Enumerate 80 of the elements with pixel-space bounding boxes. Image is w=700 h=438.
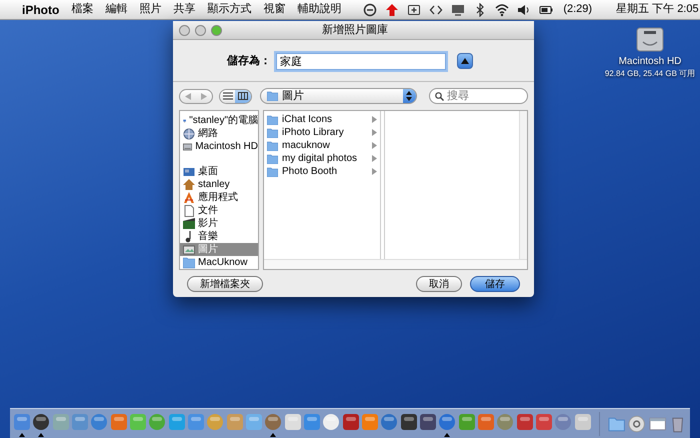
display-icon bbox=[451, 2, 466, 16]
plus-box-icon bbox=[407, 2, 422, 16]
triangle-up-icon bbox=[461, 58, 469, 64]
house-icon bbox=[183, 178, 195, 190]
battery-time: (2:29) bbox=[563, 2, 592, 18]
sidebar-item[interactable]: 文件 bbox=[180, 204, 258, 217]
folder-icon bbox=[267, 166, 278, 176]
zoom-button[interactable] bbox=[211, 24, 222, 36]
menu-item[interactable]: 視窗 bbox=[263, 1, 286, 18]
sidebar-item[interactable]: 網路 bbox=[180, 127, 258, 140]
app-icon[interactable] bbox=[419, 412, 438, 430]
sidebar-item[interactable]: 音樂 bbox=[180, 230, 258, 243]
window-title: 新增照片圖庫 bbox=[322, 24, 388, 36]
app-icon[interactable] bbox=[574, 412, 592, 430]
picture-icon bbox=[183, 244, 195, 256]
sidebar-item[interactable]: stanley bbox=[180, 178, 258, 191]
columns-icon bbox=[238, 92, 248, 100]
folder-row[interactable]: my digital photos bbox=[264, 152, 380, 165]
location-popup[interactable]: 圖片 bbox=[260, 88, 417, 104]
collapse-button[interactable] bbox=[457, 53, 473, 69]
speaker-icon bbox=[517, 2, 532, 16]
new-folder-button[interactable]: 新增檔案夾 bbox=[187, 276, 263, 292]
menu-item[interactable]: 照片 bbox=[139, 1, 162, 18]
drive-label[interactable]: Macintosh HD bbox=[618, 56, 682, 68]
sync-icon bbox=[363, 2, 378, 16]
search-field[interactable]: 搜尋 bbox=[428, 88, 528, 104]
wifi-icon bbox=[495, 2, 510, 16]
sidebar-item[interactable]: MacUknow bbox=[180, 256, 258, 269]
folder-row[interactable]: macuknow bbox=[264, 139, 380, 152]
folder-icon bbox=[267, 154, 278, 164]
triangle-left-icon bbox=[184, 92, 191, 100]
document-icon bbox=[183, 204, 195, 216]
sidebar-item[interactable]: "stanley"的電腦 bbox=[180, 114, 258, 127]
field-label: 儲存為： bbox=[227, 54, 271, 69]
folder-icon bbox=[267, 140, 278, 150]
save-button[interactable]: 儲存 bbox=[470, 276, 520, 292]
window-icon[interactable] bbox=[648, 414, 666, 432]
sidebar-item[interactable]: 桌面 bbox=[180, 165, 258, 178]
menu-item[interactable]: 顯示方式 bbox=[207, 1, 252, 18]
hard-drive-icon bbox=[183, 140, 192, 152]
close-button[interactable] bbox=[179, 24, 190, 36]
globe-icon bbox=[183, 128, 195, 140]
cancel-button[interactable]: 取消 bbox=[416, 276, 462, 292]
folder-row[interactable]: iPhoto Library bbox=[264, 126, 380, 139]
app-icon[interactable] bbox=[264, 412, 282, 430]
sidebar-item[interactable]: 應用程式 bbox=[180, 191, 258, 204]
list-view-button[interactable] bbox=[220, 90, 236, 102]
folder-icon bbox=[267, 114, 278, 124]
up-arrow-icon bbox=[385, 2, 400, 16]
menu-item[interactable]: 編輯 bbox=[105, 1, 128, 18]
film-icon bbox=[183, 218, 195, 230]
filename-field[interactable]: 家庭 bbox=[276, 52, 446, 70]
sidebar-item[interactable]: Macintosh HD bbox=[180, 140, 258, 153]
app-menu[interactable]: iPhoto bbox=[22, 0, 60, 18]
menu-item[interactable]: 輔助說明 bbox=[297, 1, 342, 18]
app-icon[interactable] bbox=[284, 412, 302, 430]
sidebar-item[interactable]: 影片 bbox=[180, 217, 258, 230]
apps-icon bbox=[183, 192, 195, 204]
menu-item[interactable]: 共享 bbox=[173, 1, 196, 18]
stepper-arrows-icon bbox=[406, 91, 412, 101]
app-icon[interactable] bbox=[516, 412, 534, 430]
folder-icon[interactable] bbox=[608, 414, 626, 432]
folder-icon bbox=[267, 128, 278, 138]
folder-row[interactable]: Photo Booth bbox=[264, 165, 380, 178]
minimize-button[interactable] bbox=[195, 24, 206, 36]
triangle-right-icon bbox=[200, 92, 207, 100]
list-icon bbox=[222, 92, 233, 100]
menu-clock[interactable]: 星期五 下午 2:05 bbox=[616, 1, 699, 18]
app-icon[interactable] bbox=[32, 412, 50, 430]
column-view-button[interactable] bbox=[235, 90, 252, 102]
folder-icon bbox=[267, 91, 278, 101]
app-icon[interactable] bbox=[322, 412, 340, 430]
drive-info: 92.84 GB, 25.44 GB 可用 bbox=[604, 68, 696, 79]
search-icon bbox=[434, 92, 444, 100]
app-icon[interactable] bbox=[342, 412, 360, 430]
search-input[interactable]: 搜尋 bbox=[446, 88, 527, 104]
folder-row[interactable]: iChat Icons bbox=[264, 113, 380, 126]
desktop-icon bbox=[183, 166, 195, 178]
menu-item[interactable]: 檔案 bbox=[71, 1, 94, 18]
app-icon[interactable] bbox=[400, 412, 418, 430]
